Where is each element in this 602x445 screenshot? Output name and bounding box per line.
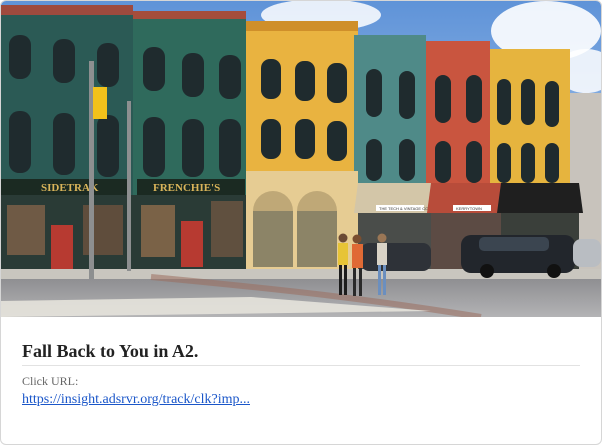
sign-kerrytown: KERRYTOWN (456, 206, 482, 211)
divider (22, 365, 580, 366)
hero-image[interactable]: SIDETRAK FRENCHIE'S THE TECH & VINTAGE C… (1, 1, 601, 317)
ad-card: SIDETRAK FRENCHIE'S THE TECH & VINTAGE C… (0, 0, 602, 445)
ad-title: Fall Back to You in A2. (22, 341, 199, 361)
sign-frenchies: FRENCHIE'S (153, 182, 220, 194)
click-url-link[interactable]: https://insight.adsrvr.org/track/clk?imp… (22, 392, 250, 408)
click-url-label: Click URL: (22, 374, 79, 388)
